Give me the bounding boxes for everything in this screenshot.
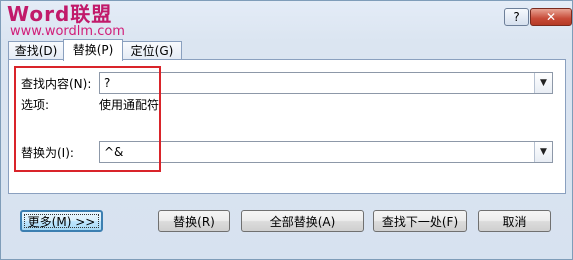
find-next-button[interactable]: 查找下一处(F) — [373, 210, 467, 232]
find-replace-dialog: Word联盟 www.wordlm.com ? ✕ 查找(D) 替换(P) 定位… — [0, 0, 573, 260]
tab-find[interactable]: 查找(D) — [8, 41, 64, 60]
chevron-down-icon[interactable]: ▼ — [534, 73, 552, 93]
replace-panel: 查找内容(N): ? ▼ 选项: 使用通配符 替换为(I): ^& ▼ — [8, 59, 566, 194]
tab-goto[interactable]: 定位(G) — [122, 41, 182, 60]
tab-replace[interactable]: 替换(P) — [63, 39, 123, 61]
replace-with-label: 替换为(I): — [21, 146, 74, 160]
watermark-url: www.wordlm.com — [10, 24, 125, 39]
options-label: 选项: — [21, 98, 50, 112]
find-what-label: 查找内容(N): — [21, 77, 92, 91]
focus-ring — [24, 214, 99, 228]
find-what-value[interactable]: ? — [104, 74, 110, 92]
close-button[interactable]: ✕ — [530, 8, 572, 26]
find-what-combo[interactable]: ? ▼ — [99, 72, 553, 94]
more-button[interactable]: 更多(M) >> — [20, 210, 103, 232]
help-button[interactable]: ? — [504, 8, 529, 26]
replace-all-button[interactable]: 全部替换(A) — [241, 210, 364, 232]
cancel-button[interactable]: 取消 — [478, 210, 551, 232]
replace-with-combo[interactable]: ^& ▼ — [99, 141, 553, 163]
replace-with-value[interactable]: ^& — [104, 143, 123, 161]
options-value: 使用通配符 — [99, 98, 160, 112]
chevron-down-icon[interactable]: ▼ — [534, 142, 552, 162]
watermark-logo: Word联盟 — [7, 2, 113, 26]
replace-button[interactable]: 替换(R) — [158, 210, 230, 232]
